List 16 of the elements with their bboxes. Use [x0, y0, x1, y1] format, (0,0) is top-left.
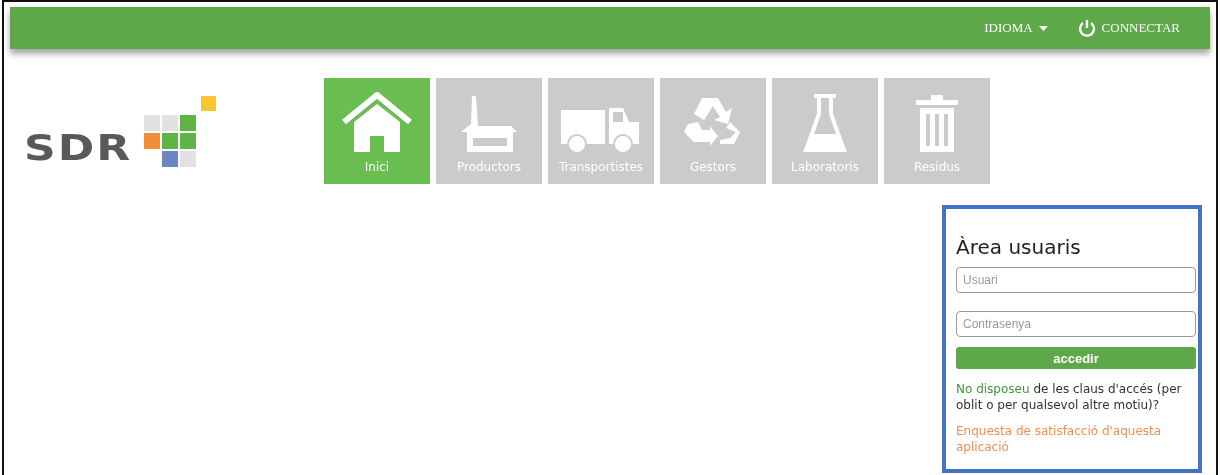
language-menu[interactable]: IDIOMA [984, 20, 1048, 36]
submit-button[interactable]: accedir [956, 347, 1196, 369]
power-icon [1077, 19, 1096, 37]
survey-link[interactable]: Enquesta de satisfacció d'aquesta aplicació [956, 423, 1192, 455]
username-field[interactable]: Usuari [956, 267, 1196, 293]
house-icon [342, 92, 412, 154]
connect-button[interactable]: CONNECTAR [1077, 19, 1180, 37]
recover-link[interactable]: No disposeu [956, 382, 1030, 396]
caret-icon [1038, 25, 1048, 31]
nav-tile[interactable]: Inici [324, 78, 430, 184]
password-field[interactable]: Contrasenya [956, 311, 1196, 337]
panel-title: Àrea usuaris [956, 235, 1082, 259]
recover-text: No disposeu de les claus d'accés (per oblit o per qualsevol altre motiu)? [956, 381, 1183, 413]
flask-icon [802, 92, 848, 154]
logo-text: SDR [24, 130, 133, 166]
trash-icon [914, 94, 960, 154]
